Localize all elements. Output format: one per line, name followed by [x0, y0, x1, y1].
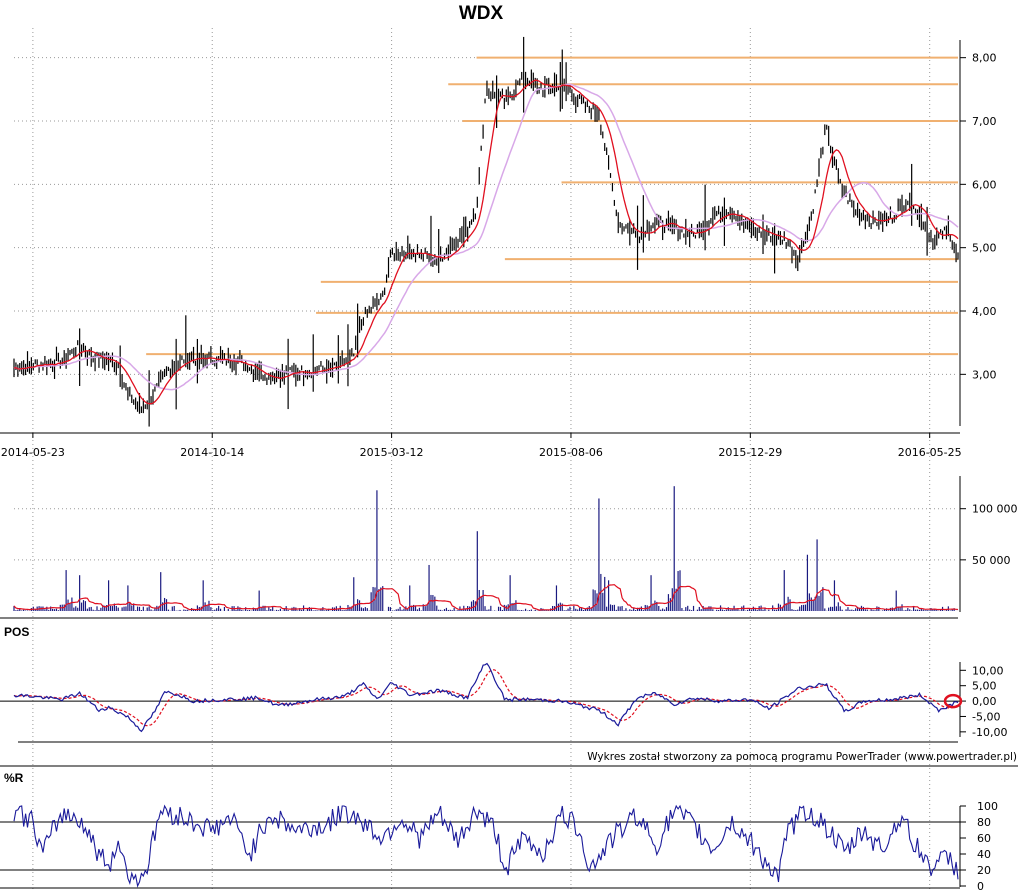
price-y-tick-label: 5,00 — [972, 242, 997, 255]
short-moving-average — [13, 79, 959, 405]
x-tick-label: 2014-05-23 — [1, 446, 65, 459]
wr-panel: 100 80 60 40 20 0 — [0, 800, 998, 891]
volume-bars — [13, 486, 959, 611]
x-tick-label: 2015-03-12 — [360, 446, 424, 459]
pos-signal-line — [13, 669, 959, 727]
wr-line — [13, 804, 959, 888]
price-y-tick-label: 7,00 — [972, 115, 997, 128]
wr-y-tick-label: 0 — [977, 880, 984, 891]
wr-y-tick-label: 100 — [977, 800, 998, 813]
price-y-tick-label: 6,00 — [972, 178, 997, 191]
wr-y-tick-label: 80 — [977, 816, 991, 829]
volume-average — [13, 584, 959, 611]
wr-y-tick-label: 60 — [977, 832, 991, 845]
volume-panel: 50 000 100 000 — [0, 476, 1018, 619]
wr-y-tick-label: 40 — [977, 848, 991, 861]
pos-y-tick-label: -5,00 — [972, 710, 1000, 723]
pos-panel-title: POS — [4, 625, 29, 639]
price-bars — [13, 36, 959, 427]
long-moving-average — [13, 83, 959, 391]
price-y-tick-label: 3,00 — [972, 368, 997, 381]
pos-y-tick-label: 5,00 — [972, 680, 997, 693]
chart-canvas: WDX 3,00 4,00 5,00 6,00 7,00 8,00 2014-05-23 20… — [0, 3, 1018, 891]
pos-y-tick-label: 10,00 — [972, 664, 1004, 677]
chart-title: WDX — [459, 3, 504, 24]
x-tick-label: 2014-10-14 — [180, 446, 244, 459]
pos-y-tick-label: 0,00 — [972, 695, 997, 708]
pos-y-tick-label: -10,00 — [972, 726, 1007, 739]
wr-y-tick-label: 20 — [977, 864, 991, 877]
x-tick-label: 2015-08-06 — [539, 446, 603, 459]
x-tick-label: 2016-05-25 — [898, 446, 962, 459]
wr-panel-title: %R — [4, 771, 24, 785]
price-y-tick-label: 4,00 — [972, 305, 997, 318]
volume-y-tick-label: 100 000 — [972, 503, 1018, 516]
x-tick-label: 2015-12-29 — [718, 446, 782, 459]
volume-y-tick-label: 50 000 — [972, 554, 1011, 567]
price-y-tick-label: 8,00 — [972, 52, 997, 65]
credit-text: Wykres został stworzony za pomocą progra… — [587, 751, 1017, 763]
